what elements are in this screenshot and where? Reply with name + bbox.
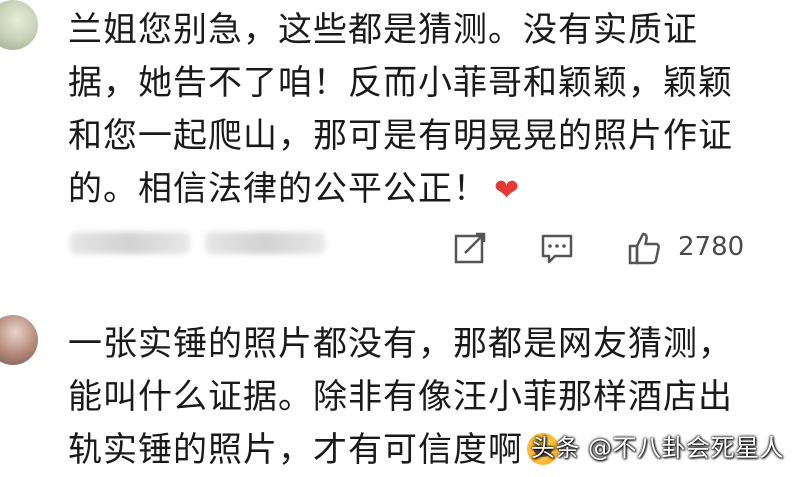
reply-icon[interactable] xyxy=(537,228,577,268)
commenter-avatar[interactable] xyxy=(0,0,38,50)
heart-emoji-icon: ❤ xyxy=(494,173,521,208)
share-icon[interactable] xyxy=(450,228,490,268)
blurred-timestamp xyxy=(205,232,325,254)
commenter-avatar[interactable] xyxy=(0,315,38,365)
comment-body: 兰姐您别急，这些都是猜测。没有实质证据，她告不了咱！反而小菲哥和颖颖，颖颖和您一… xyxy=(68,10,733,209)
comment-text: 兰姐您别急，这些都是猜测。没有实质证据，她告不了咱！反而小菲哥和颖颖，颖颖和您一… xyxy=(68,4,758,217)
watermark: 头条 @不八卦会死星人 xyxy=(530,434,784,462)
comment-action-bar: 2780 xyxy=(0,222,800,272)
blurred-username xyxy=(70,232,190,254)
like-count: 2780 xyxy=(678,232,745,262)
like-icon[interactable] xyxy=(625,228,665,268)
